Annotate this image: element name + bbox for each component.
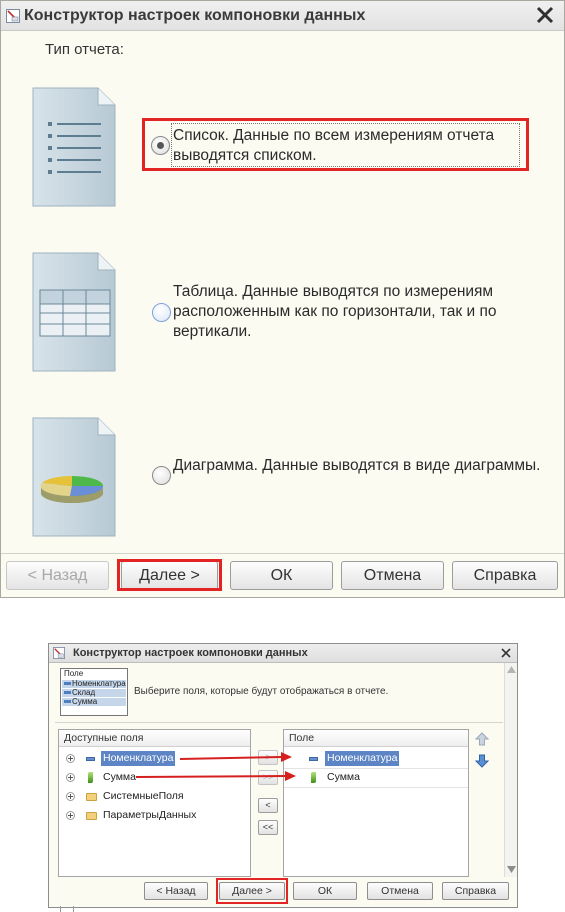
- selected-fields-header: Поле: [284, 730, 468, 747]
- option-chart-label[interactable]: Диаграмма. Данные выводятся в виде диагр…: [173, 456, 543, 476]
- tree-item-label: СистемныеПоля: [103, 790, 184, 802]
- field-selection-dialog: Конструктор настроек компоновки данных П…: [48, 643, 518, 908]
- dialog-title: Конструктор настроек компоновки данных: [24, 7, 366, 24]
- fields-preview-thumbnail: Поле Номенклатура Склад Сумма: [60, 668, 128, 716]
- selected-item-label: Номенклатура: [325, 751, 400, 766]
- scrollbar[interactable]: [504, 663, 517, 877]
- report-type-label: Тип отчета:: [45, 41, 124, 58]
- move-down-icon[interactable]: [475, 754, 489, 768]
- thumbnail-row: Сумма: [62, 697, 126, 706]
- close-icon[interactable]: [534, 4, 556, 26]
- tree-row-system-fields[interactable]: СистемныеПоля: [59, 789, 250, 805]
- highlight-frame-list: [142, 118, 529, 171]
- row-divider: [284, 768, 468, 769]
- cancel-button[interactable]: Отмена: [341, 561, 444, 590]
- expand-icon[interactable]: [66, 811, 75, 820]
- tree-item-label: ПараметрыДанных: [103, 809, 197, 821]
- remove-all-fields-button[interactable]: <<: [258, 820, 278, 835]
- instruction-text: Выберите поля, которые будут отображатьс…: [134, 686, 389, 697]
- folder-icon: [86, 793, 97, 801]
- tree-row-sum[interactable]: Сумма: [59, 770, 250, 786]
- tree-item-label: Номенклатура: [101, 751, 176, 766]
- remove-field-button[interactable]: <: [258, 798, 278, 813]
- back-button[interactable]: < Назад: [6, 561, 109, 590]
- help-button[interactable]: Справка: [452, 561, 558, 590]
- report-type-dialog: Конструктор настроек компоновки данных Т…: [0, 0, 565, 598]
- selected-row-nomenclature[interactable]: Номенклатура: [284, 751, 468, 767]
- page-edge-mark: [60, 906, 74, 912]
- folder-icon: [86, 812, 97, 820]
- tree-item-label: Сумма: [103, 771, 136, 783]
- chart-document-icon: [32, 417, 116, 537]
- highlight-frame-next: [117, 559, 222, 591]
- selected-item-label: Сумма: [327, 771, 360, 783]
- expand-icon[interactable]: [66, 754, 75, 763]
- title-bar: Конструктор настроек компоновки данных: [1, 1, 564, 31]
- thumbnail-row: Номенклатура: [62, 679, 126, 688]
- selected-row-sum[interactable]: Сумма: [284, 770, 468, 786]
- resource-icon: [311, 772, 316, 783]
- tree-row-nomenclature[interactable]: Номенклатура: [59, 751, 250, 767]
- available-fields-panel[interactable]: Доступные поля Номенклатура Сумма Систем…: [58, 729, 251, 877]
- option-table-label[interactable]: Таблица. Данные выводятся по измерениям …: [173, 282, 543, 342]
- expand-icon[interactable]: [66, 773, 75, 782]
- field-icon: [86, 757, 95, 761]
- help-button[interactable]: Справка: [442, 882, 509, 900]
- resource-icon: [88, 772, 93, 783]
- ok-button[interactable]: ОК: [293, 882, 357, 900]
- thumbnail-header: Поле: [64, 669, 84, 678]
- scroll-down-icon[interactable]: [507, 866, 516, 873]
- separator: [55, 722, 503, 723]
- highlight-frame-next-2: [216, 878, 288, 904]
- expand-icon[interactable]: [66, 792, 75, 801]
- scroll-up-icon[interactable]: [507, 666, 516, 673]
- back-button[interactable]: < Назад: [144, 882, 208, 900]
- radio-table[interactable]: [152, 303, 171, 322]
- title-bar-2: Конструктор настроек компоновки данных: [49, 644, 517, 663]
- add-field-button[interactable]: >: [258, 750, 278, 765]
- ok-button[interactable]: ОК: [230, 561, 333, 590]
- radio-chart[interactable]: [152, 466, 171, 485]
- tree-row-data-parameters[interactable]: ПараметрыДанных: [59, 808, 250, 824]
- selected-fields-panel[interactable]: Поле Номенклатура Сумма: [283, 729, 469, 877]
- cancel-button[interactable]: Отмена: [367, 882, 433, 900]
- list-document-icon: [32, 87, 116, 207]
- row-divider: [284, 787, 468, 788]
- close-icon[interactable]: [499, 646, 513, 660]
- dialog-title-2: Конструктор настроек компоновки данных: [73, 647, 308, 659]
- constructor-icon: [6, 9, 20, 23]
- table-document-icon: [32, 252, 116, 372]
- available-fields-header: Доступные поля: [59, 730, 250, 747]
- constructor-icon: [53, 647, 65, 659]
- thumbnail-row: Склад: [62, 688, 126, 697]
- add-all-fields-button[interactable]: >>: [258, 770, 278, 785]
- field-icon: [309, 757, 318, 761]
- move-up-icon[interactable]: [475, 732, 489, 746]
